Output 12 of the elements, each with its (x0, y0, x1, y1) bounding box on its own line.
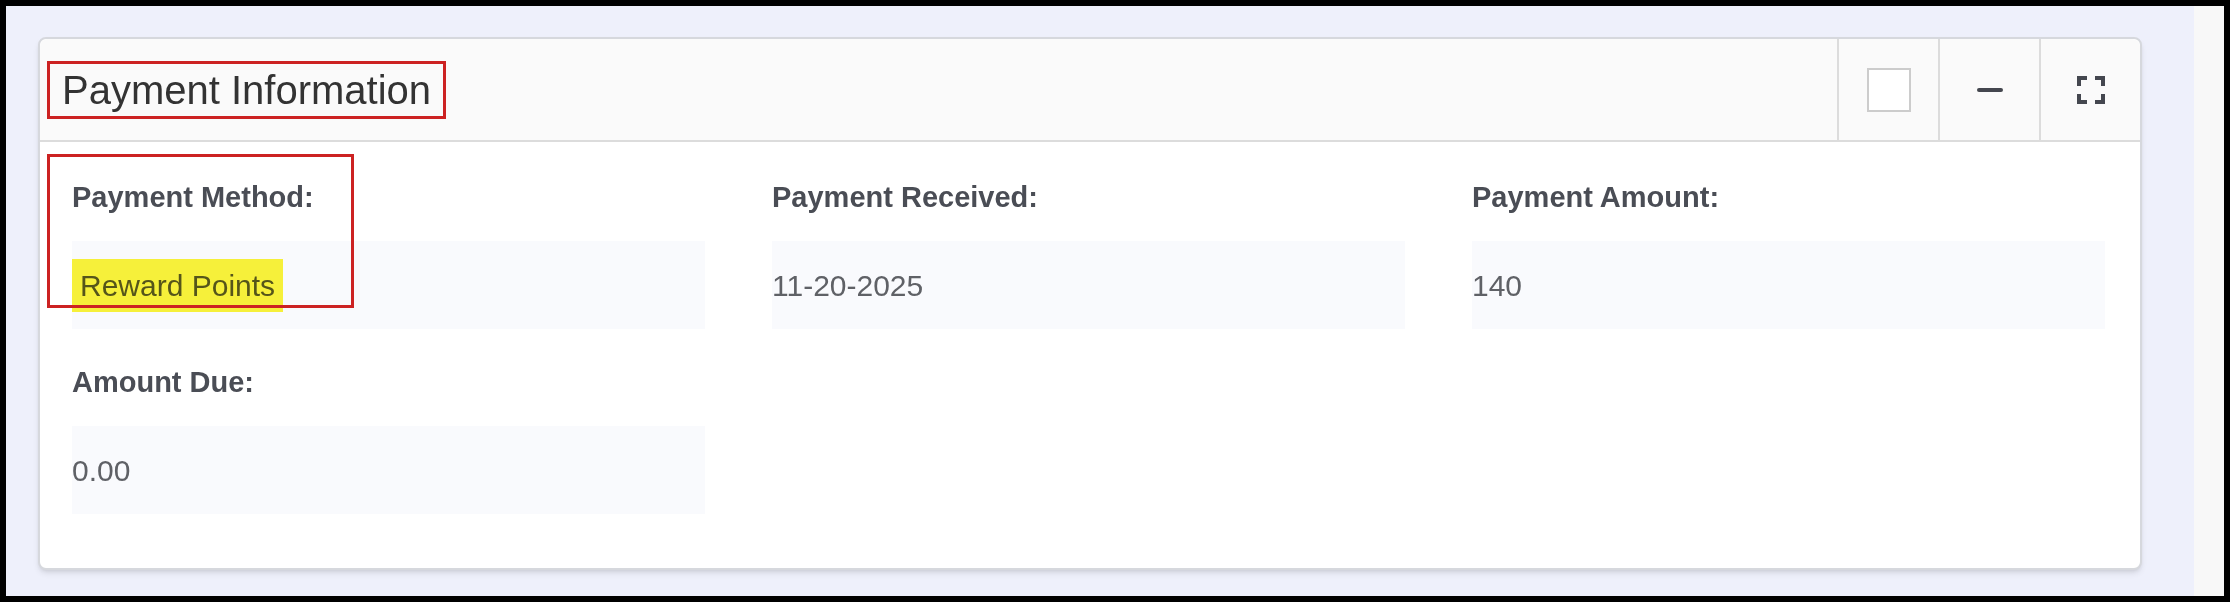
field-label: Amount Due: (72, 365, 256, 400)
field-label: Payment Received: (772, 180, 1039, 215)
field-value: 140 (1472, 267, 1523, 304)
field-value: Reward Points (72, 258, 284, 312)
field-label: Payment Amount: (1472, 180, 1721, 215)
checkbox-empty-icon (1866, 67, 1911, 112)
field-value: 0.00 (72, 452, 131, 489)
field-value: 11-20-2025 (772, 267, 924, 304)
minus-icon (1976, 87, 2003, 92)
fullscreen-icon (2076, 75, 2105, 104)
field-label: Payment Method: (72, 180, 315, 215)
panel-title: Payment Information (47, 60, 447, 119)
